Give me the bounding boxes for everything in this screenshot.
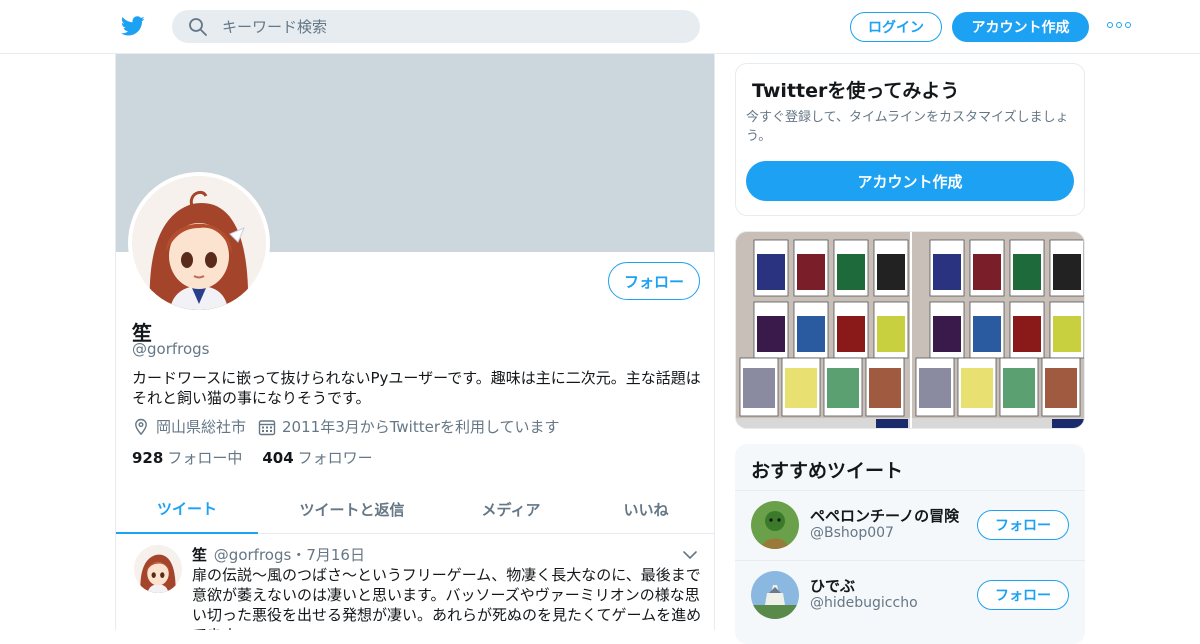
tweet-item[interactable]: 笙 @gorfrogs・7月16日 扉の伝説～風のつばさ～というフリーゲーム、物…	[116, 535, 714, 630]
profile-tabs: ツイート ツイートと返信 メディア いいね	[116, 484, 714, 534]
tab-likes[interactable]: いいね	[576, 484, 714, 534]
try-twitter-title: Twitterを使ってみよう	[752, 80, 960, 102]
more-dots-icon[interactable]	[1107, 22, 1131, 30]
profile-counts: 928 フォロー中 404 フォロワー	[132, 447, 373, 468]
recommended-tweets-card: おすすめツイート ペペロンチーノの冒険 @Bshop007 フォロー ひでぶ @…	[735, 444, 1085, 644]
twitter-bird-icon[interactable]	[120, 14, 146, 38]
recommended-handle[interactable]: @hidebugiccho	[810, 595, 918, 611]
tweet-avatar[interactable]	[134, 545, 182, 593]
followers-count: 404	[262, 449, 294, 467]
signup-button[interactable]: アカウント作成	[952, 12, 1089, 42]
try-twitter-description: 今すぐ登録して、タイムラインをカスタマイズしましょう。	[746, 110, 1069, 144]
following-count-link[interactable]: 928 フォロー中	[132, 447, 242, 468]
tweet-separator: ・	[291, 546, 307, 564]
profile-location: 岡山県総社市	[156, 418, 247, 436]
location-pin-icon	[135, 418, 147, 435]
chevron-down-icon[interactable]	[682, 547, 698, 563]
followers-count-link[interactable]: 404 フォロワー	[262, 447, 372, 468]
signup-card-button[interactable]: アカウント作成	[746, 161, 1074, 201]
follow-button[interactable]: フォロー	[608, 262, 700, 300]
recommended-avatar[interactable]	[751, 571, 799, 619]
tab-tweets-and-replies[interactable]: ツイートと返信	[258, 484, 446, 534]
game-screenshot-media	[736, 232, 1084, 428]
recommended-title: おすすめツイート	[751, 460, 904, 482]
tab-tweets[interactable]: ツイート	[116, 484, 258, 534]
anime-girl-avatar-image	[134, 545, 182, 593]
tweet-text: 扉の伝説～風のつばさ～というフリーゲーム、物凄く長大なのに、最後まで意欲が萎えな…	[192, 566, 702, 630]
recommended-name[interactable]: ひでぶ	[810, 575, 855, 596]
login-button[interactable]: ログイン	[850, 12, 942, 42]
recommended-item[interactable]: ペペロンチーノの冒険 @Bshop007 フォロー	[735, 490, 1085, 560]
profile-handle[interactable]: @gorfrogs	[132, 340, 210, 358]
castle-photo-avatar-image	[751, 571, 799, 619]
recommended-handle[interactable]: @Bshop007	[810, 525, 894, 541]
search-input[interactable]	[222, 10, 682, 43]
profile-meta: 岡山県総社市 2011年3月からTwitterを利用しています	[132, 416, 572, 437]
recommended-item[interactable]: ひでぶ @hidebugiccho フォロー	[735, 560, 1085, 630]
calendar-icon	[258, 419, 276, 435]
followers-label: フォロワー	[297, 449, 373, 467]
recommended-follow-button[interactable]: フォロー	[977, 580, 1069, 610]
profile-avatar[interactable]	[128, 172, 270, 314]
following-count: 928	[132, 449, 164, 467]
anime-girl-avatar-image	[132, 176, 266, 310]
tweet-author-handle[interactable]: @gorfrogs	[214, 546, 292, 564]
try-twitter-card: Twitterを使ってみよう 今すぐ登録して、タイムラインをカスタマイズしましょ…	[735, 63, 1085, 216]
search-box[interactable]	[172, 10, 700, 43]
tweet-author-name[interactable]: 笙	[192, 546, 207, 564]
recommended-follow-button[interactable]: フォロー	[977, 510, 1069, 540]
tweet-header: 笙 @gorfrogs・7月16日	[192, 544, 365, 565]
media-preview-card[interactable]	[735, 231, 1085, 429]
profile-joined-date: 2011年3月からTwitterを利用しています	[282, 418, 560, 436]
recommended-name[interactable]: ペペロンチーノの冒険	[810, 505, 959, 526]
following-label: フォロー中	[167, 449, 243, 467]
tweet-date[interactable]: 7月16日	[306, 546, 365, 564]
search-icon	[189, 18, 207, 36]
recommended-avatar[interactable]	[751, 501, 799, 549]
green-character-avatar-image	[751, 501, 799, 549]
tab-media[interactable]: メディア	[446, 484, 576, 534]
top-navigation-bar: ログイン アカウント作成	[0, 0, 1200, 54]
profile-bio: カードワースに嵌って抜けられないPyユーザーです。趣味は主に二次元。主な話題はそ…	[132, 369, 701, 407]
profile-column: フォロー 笙 @gorfrogs カードワースに嵌って抜けられないPyユーザーで…	[115, 54, 715, 630]
